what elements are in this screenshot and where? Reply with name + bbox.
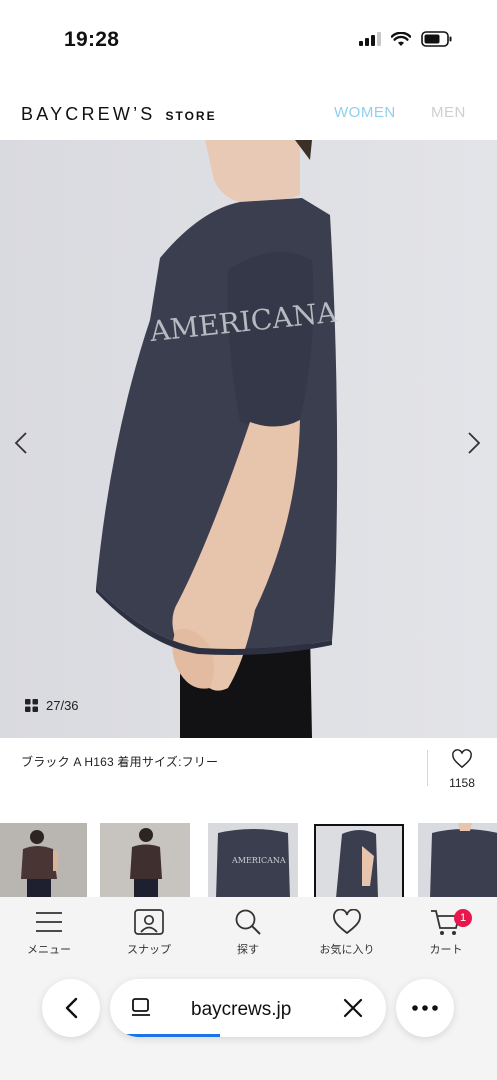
browser-back-button[interactable] [42,979,100,1037]
nav-men-link[interactable]: MEN [431,104,466,121]
tab-menu-label: メニュー [27,944,71,956]
nav-women-link[interactable]: WOMEN [334,104,396,121]
menu-icon [36,912,62,932]
product-photo: AMERICANA [0,140,497,738]
tab-menu[interactable]: メニュー [4,905,94,957]
image-caption-row: ブラック A H163 着用サイズ:フリー 1158 [0,738,497,800]
caption-divider [427,750,428,786]
tab-search-label: 探す [237,944,259,956]
page-load-progress [110,1034,220,1037]
thumbnail-2[interactable] [100,823,190,899]
thumbnail-5[interactable] [418,823,497,899]
tab-favorites[interactable]: お気に入り [302,905,392,957]
tab-favorites-label: お気に入り [319,944,375,956]
tab-snap-label: スナップ [127,944,171,956]
prev-image-button[interactable] [6,428,36,458]
image-counter[interactable]: 27/36 [25,698,79,713]
tab-search[interactable]: 探す [203,905,293,957]
store-logo[interactable]: BAYCREW’S STORE [21,104,217,125]
search-icon [235,909,261,935]
back-arrow-icon [65,997,78,1019]
site-header: BAYCREW’S STORE WOMEN MEN [0,80,497,140]
favorite-button[interactable]: 1158 [444,749,480,790]
image-counter-text: 27/36 [46,698,79,713]
snap-icon [134,909,164,935]
heart-outline-icon [452,749,472,769]
thumbnail-1[interactable] [0,823,87,899]
close-icon[interactable] [342,997,364,1019]
tab-cart[interactable]: 1 カート [401,905,491,957]
image-caption: ブラック A H163 着用サイズ:フリー [21,755,219,769]
battery-icon [421,31,452,47]
tab-cart-label: カート [429,944,463,956]
logo-main-text: BAYCREW’S [21,104,156,124]
browser-more-button[interactable] [396,979,454,1037]
product-image-gallery[interactable]: AMERICANA 27/36 [0,140,497,738]
chevron-left-icon [14,432,27,454]
thumbnail-strip: AMERICANA [0,823,497,899]
thumbnail-3[interactable]: AMERICANA [208,823,298,899]
status-time: 19:28 [64,28,120,51]
more-dots-icon [412,1005,438,1011]
thumbnail-4-selected[interactable] [314,824,404,899]
status-icons [359,31,453,47]
next-image-button[interactable] [459,428,489,458]
signal-icon [359,32,381,46]
status-bar: 19:28 [0,0,497,80]
thumb-print-text: AMERICANA [231,856,286,865]
wifi-icon [391,31,411,46]
chevron-right-icon [468,432,481,454]
favorite-count: 1158 [449,776,475,790]
url-text: baycrews.jp [191,999,292,1020]
grid-icon [25,699,38,712]
logo-sub-text: STORE [165,109,217,123]
address-bar[interactable]: baycrews.jp [110,979,386,1037]
heart-icon [333,909,361,935]
page-icon [132,998,150,1016]
cart-badge: 1 [454,909,472,927]
browser-toolbar: baycrews.jp [0,978,497,1080]
tab-snap[interactable]: スナップ [104,905,194,957]
